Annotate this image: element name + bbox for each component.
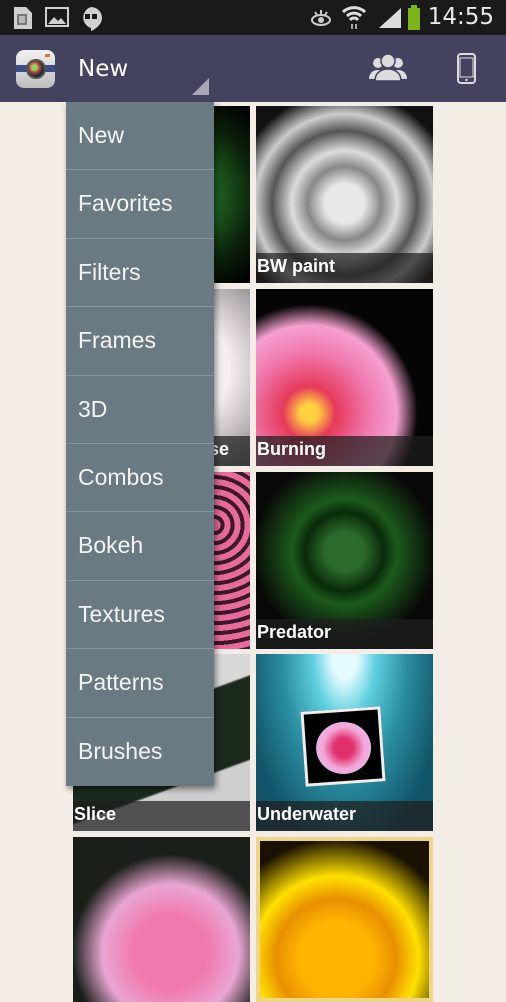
- menu-item-frames[interactable]: Frames: [66, 307, 214, 376]
- wifi-icon: [342, 6, 366, 29]
- eye-icon: [311, 10, 331, 26]
- menu-item-3d[interactable]: 3D: [66, 376, 214, 444]
- camera-app-icon[interactable]: [16, 50, 55, 88]
- people-icon: [369, 53, 407, 82]
- effect-tile[interactable]: [256, 837, 433, 1002]
- community-button[interactable]: [366, 51, 410, 87]
- status-bar: 14:55: [0, 0, 506, 35]
- category-dropdown-menu: New Favorites Filters Frames 3D Combos B…: [66, 102, 214, 786]
- spinner-triangle-icon: [192, 78, 209, 95]
- menu-item-bokeh[interactable]: Bokeh: [66, 512, 214, 581]
- signal-icon: [379, 8, 401, 28]
- effect-tile[interactable]: Underwater: [256, 654, 433, 831]
- effect-tile[interactable]: [73, 837, 250, 1002]
- clock: 14:55: [427, 4, 494, 30]
- effect-tile[interactable]: Predator: [256, 472, 433, 649]
- effect-tile[interactable]: BW paint: [256, 106, 433, 283]
- framed-photo: [300, 706, 386, 787]
- effect-tile[interactable]: Burning: [256, 289, 433, 466]
- category-spinner[interactable]: New: [78, 56, 128, 82]
- action-bar: New: [0, 35, 506, 102]
- phone-icon: [457, 53, 476, 84]
- battery-icon: [408, 5, 420, 30]
- menu-item-combos[interactable]: Combos: [66, 444, 214, 513]
- menu-item-brushes[interactable]: Brushes: [66, 718, 214, 786]
- menu-item-patterns[interactable]: Patterns: [66, 649, 214, 718]
- menu-item-favorites[interactable]: Favorites: [66, 170, 214, 239]
- menu-item-textures[interactable]: Textures: [66, 581, 214, 650]
- device-button[interactable]: [447, 51, 491, 87]
- menu-item-new[interactable]: New: [66, 102, 214, 171]
- hangouts-icon: [83, 7, 102, 31]
- image-icon: [45, 7, 69, 27]
- menu-item-filters[interactable]: Filters: [66, 239, 214, 308]
- sim-card-icon: [14, 7, 32, 29]
